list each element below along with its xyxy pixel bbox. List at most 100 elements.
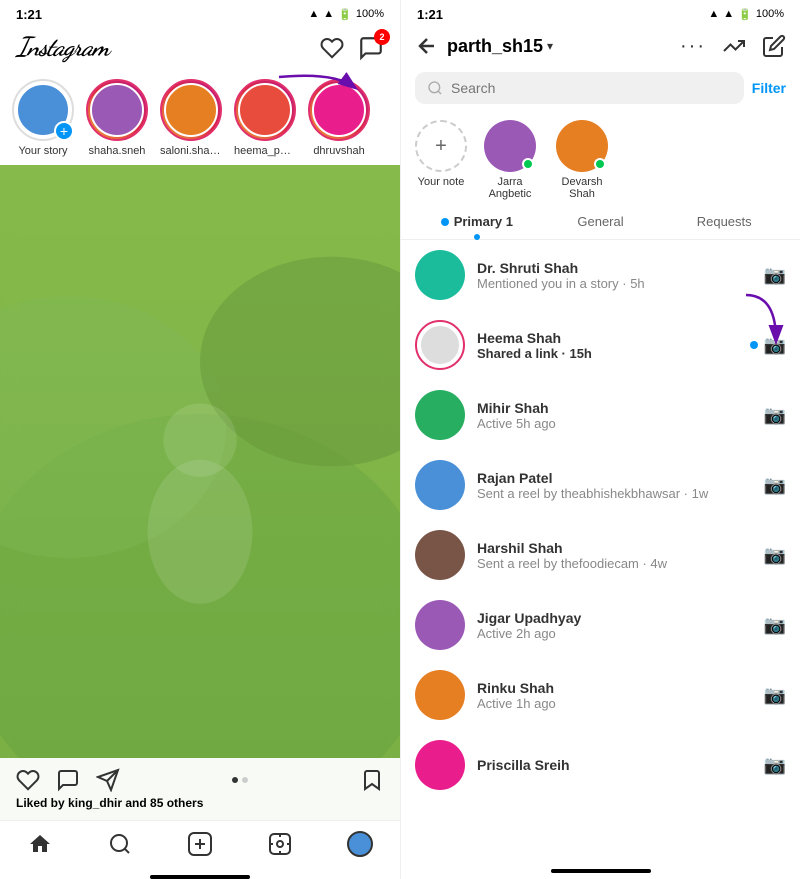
right-header-title[interactable]: parth_sh15 ▾	[447, 36, 672, 57]
msg-right-rajan: 📷	[764, 475, 786, 496]
search-icon	[427, 80, 443, 96]
activity-icon[interactable]	[722, 34, 746, 58]
msg-avatar-heema-msg	[415, 320, 465, 370]
camera-icon-shruti: 📷	[764, 265, 786, 286]
msg-right-rinku: 📷	[764, 685, 786, 706]
message-item-priscilla[interactable]: Priscilla Sreih 📷	[401, 730, 800, 800]
camera-icon-mihir: 📷	[764, 405, 786, 426]
tab-primary[interactable]: Primary 1	[415, 204, 539, 239]
online-dot-devarsh	[594, 158, 606, 170]
message-item-rajan[interactable]: Rajan Patel Sent a reel by theabhishekbh…	[401, 450, 800, 520]
right-panel: 1:21 ▲ ▲ 🔋 100% parth_sh15 ▾ ···	[400, 0, 800, 879]
liked-others: and 85 others	[122, 796, 203, 810]
post-carousel-dots	[232, 777, 248, 783]
bottom-nav	[0, 820, 400, 871]
time-right: 1:21	[417, 7, 443, 22]
like-icon[interactable]	[16, 768, 40, 792]
wifi-icon-right: ▲	[723, 8, 734, 20]
search-input[interactable]	[451, 80, 732, 96]
instagram-header: Instagram	[0, 28, 400, 71]
note-label-devarsh: Devarsh Shah	[553, 176, 611, 200]
battery-pct-right: 100%	[756, 8, 784, 20]
story-avatar-shaha	[90, 83, 144, 137]
nav-profile[interactable]	[338, 829, 382, 859]
story-add-button[interactable]: +	[54, 121, 74, 141]
story-item-your-story[interactable]: + Your story	[12, 79, 74, 157]
search-input-wrap[interactable]	[415, 72, 744, 104]
filter-button[interactable]: Filter	[752, 80, 786, 96]
camera-icon-rajan: 📷	[764, 475, 786, 496]
battery-pct: 100%	[356, 8, 384, 20]
msg-avatar-harshil	[415, 530, 465, 580]
feed-area: Liked by king_dhir and 85 others	[0, 165, 400, 820]
msg-right-jigar: 📷	[764, 615, 786, 636]
purple-arrow-left	[274, 67, 364, 107]
msg-avatar-shruti	[415, 250, 465, 300]
msg-content-shruti: Dr. Shruti Shah Mentioned you in a story…	[477, 260, 752, 291]
msg-right-priscilla: 📷	[764, 755, 786, 776]
story-item-shaha[interactable]: shaha.sneh	[86, 79, 148, 157]
post-action-left	[16, 768, 120, 792]
msg-preview-shruti: Mentioned you in a story · 5h	[477, 276, 752, 291]
camera-icon-rinku: 📷	[764, 685, 786, 706]
nav-home[interactable]	[18, 829, 62, 859]
nav-search[interactable]	[98, 829, 142, 859]
note-label-your-note: Your note	[418, 176, 465, 188]
msg-avatar-mihir	[415, 390, 465, 440]
story-item-saloni[interactable]: saloni.shah6...	[160, 79, 222, 157]
tab-primary-label: Primary 1	[454, 214, 513, 229]
msg-avatar-jigar	[415, 600, 465, 650]
compose-icon[interactable]	[762, 34, 786, 58]
heart-icon[interactable]	[320, 36, 344, 60]
msg-preview-mihir: Active 5h ago	[477, 416, 752, 431]
msg-preview-heema-msg: Shared a link · 15h	[477, 346, 738, 361]
online-dot-jarra	[522, 158, 534, 170]
right-header: parth_sh15 ▾ ···	[401, 28, 800, 64]
note-avatar-wrap-devarsh	[556, 120, 608, 172]
status-bar-left: 1:21 ▲ ▲ 🔋 100%	[0, 0, 400, 28]
note-item-devarsh[interactable]: Devarsh Shah	[553, 120, 611, 200]
time-left: 1:21	[16, 7, 42, 22]
msg-name-priscilla: Priscilla Sreih	[477, 757, 752, 773]
camera-icon-priscilla: 📷	[764, 755, 786, 776]
messenger-icon-wrap[interactable]: 2	[358, 35, 384, 61]
msg-name-jigar: Jigar Upadhyay	[477, 610, 752, 626]
msg-avatar-rinku	[415, 670, 465, 720]
story-label-dhruv: dhruvshah	[313, 145, 364, 157]
message-item-harshil[interactable]: Harshil Shah Sent a reel by thefoodiecam…	[401, 520, 800, 590]
tab-requests[interactable]: Requests	[662, 204, 786, 239]
message-item-rinku[interactable]: Rinku Shah Active 1h ago 📷	[401, 660, 800, 730]
nav-reels[interactable]	[258, 829, 302, 859]
message-item-mihir[interactable]: Mihir Shah Active 5h ago 📷	[401, 380, 800, 450]
note-item-your-note[interactable]: + Your note	[415, 120, 467, 200]
message-item-jigar[interactable]: Jigar Upadhyay Active 2h ago 📷	[401, 590, 800, 660]
msg-content-rajan: Rajan Patel Sent a reel by theabhishekbh…	[477, 470, 752, 501]
more-icon[interactable]: ···	[680, 35, 706, 58]
back-icon[interactable]	[415, 34, 439, 58]
story-avatar-saloni	[164, 83, 218, 137]
note-item-jarra[interactable]: Jarra Angbetic	[481, 120, 539, 200]
inbox-tabs: Primary 1 General Requests	[401, 204, 800, 240]
msg-avatar-priscilla	[415, 740, 465, 790]
liked-user: king_dhir	[68, 796, 122, 810]
msg-avatar-rajan	[415, 460, 465, 510]
msg-right-shruti: 📷	[764, 265, 786, 286]
bookmark-icon[interactable]	[360, 768, 384, 792]
search-bar-row: Filter	[401, 64, 800, 112]
home-indicator-left	[150, 875, 250, 879]
post-action-icons	[16, 768, 384, 792]
tab-general[interactable]: General	[539, 204, 663, 239]
msg-name-shruti: Dr. Shruti Shah	[477, 260, 752, 276]
msg-preview-harshil: Sent a reel by thefoodiecam · 4w	[477, 556, 752, 571]
notes-row: + Your note Jarra Angbetic Devarsh Shah	[401, 112, 800, 204]
share-icon[interactable]	[96, 768, 120, 792]
liked-by-label: Liked by	[16, 796, 68, 810]
comment-icon[interactable]	[56, 768, 80, 792]
liked-by-text: Liked by king_dhir and 85 others	[16, 792, 384, 814]
nav-add[interactable]	[178, 829, 222, 859]
msg-content-harshil: Harshil Shah Sent a reel by thefoodiecam…	[477, 540, 752, 571]
msg-right-mihir: 📷	[764, 405, 786, 426]
dot-1	[232, 777, 238, 783]
story-avatar-wrap-saloni	[160, 79, 222, 141]
note-label-jarra: Jarra Angbetic	[481, 176, 539, 200]
